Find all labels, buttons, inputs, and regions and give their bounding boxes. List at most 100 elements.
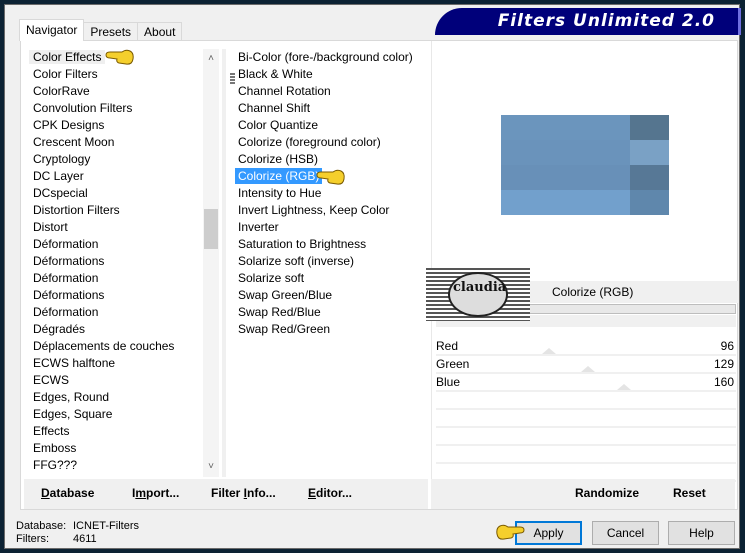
- filter-item[interactable]: Invert Lightness, Keep Color: [234, 202, 429, 219]
- import-button[interactable]: Import...: [132, 486, 179, 500]
- randomize-button[interactable]: Randomize: [575, 486, 639, 500]
- category-item[interactable]: Edges, Round: [29, 389, 219, 406]
- import-label-ul: m: [135, 486, 147, 500]
- filter-item-label: Solarize soft (inverse): [238, 254, 355, 268]
- tab-presets[interactable]: Presets: [83, 22, 139, 41]
- category-item[interactable]: Emboss: [29, 440, 219, 457]
- category-item-label: Déformation: [33, 237, 99, 251]
- preview-band-side: [630, 115, 669, 140]
- category-item-label: Dégradés: [33, 322, 86, 336]
- category-item[interactable]: ColorRave: [29, 83, 219, 100]
- category-item[interactable]: DC Layer: [29, 168, 219, 185]
- category-item[interactable]: Cryptology: [29, 151, 219, 168]
- scroll-thumb[interactable]: [204, 209, 218, 249]
- scroll-up-icon[interactable]: ˄: [203, 51, 219, 67]
- filter-item-label: Swap Red/Blue: [238, 305, 321, 319]
- filter-item[interactable]: Colorize (foreground color): [234, 134, 429, 151]
- filter-item-label: Bi-Color (fore-/background color): [238, 50, 413, 64]
- slider-knob[interactable]: [541, 348, 556, 354]
- filter-item-label: Colorize (RGB): [235, 168, 323, 184]
- editor-button[interactable]: Editor...: [308, 486, 352, 500]
- preview-band: [501, 190, 669, 215]
- pointing-hand-icon: [105, 49, 134, 65]
- empty-slider-row: [436, 428, 736, 446]
- category-item[interactable]: ECWS: [29, 372, 219, 389]
- category-item[interactable]: Distort: [29, 219, 219, 236]
- filter-item[interactable]: Colorize (HSB): [234, 151, 429, 168]
- filter-item[interactable]: Inverter: [234, 219, 429, 236]
- drag-grip-icon[interactable]: [230, 73, 235, 84]
- category-item[interactable]: Dégradés: [29, 321, 219, 338]
- category-item[interactable]: DCspecial: [29, 185, 219, 202]
- preview-band-side: [630, 165, 669, 190]
- category-item-label: CPK Designs: [33, 118, 105, 132]
- category-list[interactable]: Color Effects Color Filters ColorRave Convo…: [29, 49, 219, 476]
- filter-item[interactable]: Channel Rotation: [234, 83, 429, 100]
- category-item-label: ECWS: [33, 373, 69, 387]
- category-item-label: Edges, Round: [33, 390, 110, 404]
- category-item[interactable]: Crescent Moon: [29, 134, 219, 151]
- category-item[interactable]: Déformation: [29, 270, 219, 287]
- category-item-label: Emboss: [33, 441, 77, 455]
- slider-green[interactable]: Green 129: [436, 356, 736, 374]
- filter-item[interactable]: Intensity to Hue: [234, 185, 429, 202]
- filter-item[interactable]: Channel Shift: [234, 100, 429, 117]
- tab-navigator[interactable]: Navigator: [19, 19, 85, 41]
- filter-item[interactable]: Black & White: [234, 66, 429, 83]
- category-item[interactable]: Déformation: [29, 236, 219, 253]
- slider-knob[interactable]: [580, 366, 595, 372]
- filter-info-label-pre: Filter: [211, 486, 244, 500]
- category-item[interactable]: FFG???: [29, 457, 219, 474]
- filter-item[interactable]: Solarize soft (inverse): [234, 253, 429, 270]
- filter-item-label: Intensity to Hue: [238, 186, 322, 200]
- category-item[interactable]: Distortion Filters: [29, 202, 219, 219]
- title-banner: Filters Unlimited 2.0: [435, 8, 741, 35]
- filter-info-button[interactable]: Filter Info...: [211, 486, 276, 500]
- category-item[interactable]: Déformations: [29, 287, 219, 304]
- filter-controls: Colorize (RGB) claudia Red 96 Green 129 Blue…: [426, 268, 738, 482]
- filter-item[interactable]: Saturation to Brightness: [234, 236, 429, 253]
- status-filters-row: Filters: 4611: [16, 533, 139, 546]
- category-item[interactable]: CPK Designs: [29, 117, 219, 134]
- control-filter-name: Colorize (RGB): [552, 285, 634, 299]
- cancel-button[interactable]: Cancel: [592, 521, 659, 545]
- category-item[interactable]: Déformation: [29, 304, 219, 321]
- filter-item-label: Invert Lightness, Keep Color: [238, 203, 390, 217]
- apply-button[interactable]: Apply: [515, 521, 582, 545]
- preview-band-main: [501, 140, 631, 165]
- help-button[interactable]: Help: [668, 521, 735, 545]
- control-button-bar: Randomize Reset: [431, 479, 735, 509]
- filter-item[interactable]: Swap Red/Green: [234, 321, 429, 338]
- scroll-down-icon[interactable]: ˅: [203, 459, 219, 475]
- category-item[interactable]: Déplacements de couches: [29, 338, 219, 355]
- category-item-label: Déformations: [33, 288, 105, 302]
- category-item[interactable]: Convolution Filters: [29, 100, 219, 117]
- database-button[interactable]: Database: [41, 486, 94, 500]
- category-item-label: ECWS halftone: [33, 356, 116, 370]
- category-item[interactable]: ECWS halftone: [29, 355, 219, 372]
- slider-blue[interactable]: Blue 160: [436, 374, 736, 392]
- filter-item[interactable]: Swap Green/Blue: [234, 287, 429, 304]
- slider-red[interactable]: Red 96: [436, 338, 736, 356]
- category-item[interactable]: Effects: [29, 423, 219, 440]
- filter-item[interactable]: Color Quantize: [234, 117, 429, 134]
- reset-button[interactable]: Reset: [673, 486, 706, 500]
- filter-item[interactable]: Solarize soft: [234, 270, 429, 287]
- category-item[interactable]: Edges, Square: [29, 406, 219, 423]
- category-item[interactable]: Déformations: [29, 253, 219, 270]
- category-item[interactable]: Filter Factory Gallery A: [29, 474, 219, 476]
- tab-about[interactable]: About: [137, 22, 183, 41]
- category-item[interactable]: Color Filters: [29, 66, 219, 83]
- slider-knob[interactable]: [617, 384, 632, 390]
- empty-slider-row: [436, 446, 736, 464]
- filter-item[interactable]: Bi-Color (fore-/background color): [234, 49, 429, 66]
- filter-item-label: Saturation to Brightness: [238, 237, 367, 251]
- category-item-label: ColorRave: [33, 84, 90, 98]
- tab-bar: Navigator Presets About: [19, 19, 183, 41]
- filter-list[interactable]: Bi-Color (fore-/background color) Black &…: [230, 49, 429, 477]
- category-item-label: Distort: [33, 220, 68, 234]
- list-splitter[interactable]: [222, 49, 226, 477]
- category-item-label: DCspecial: [33, 186, 88, 200]
- category-scrollbar[interactable]: ˄ ˅: [203, 49, 219, 477]
- filter-item[interactable]: Swap Red/Blue: [234, 304, 429, 321]
